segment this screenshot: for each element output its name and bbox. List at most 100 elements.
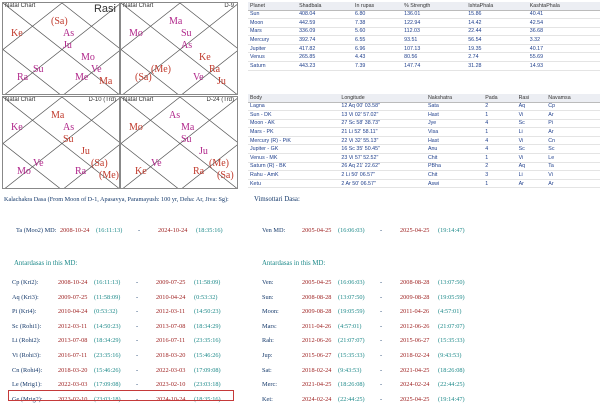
table-row: Lagna 12 Aq 00' 03.58" Sata 2 Aq Cp	[248, 102, 600, 112]
shadbala-cell: 417.82	[297, 44, 354, 54]
antardasa-value: (18:26:08)	[338, 381, 365, 389]
longitude-cell: Sc	[546, 144, 600, 155]
shadbala-cell: 93.51	[402, 35, 467, 45]
antardasa-value: (22:44:25)	[338, 395, 365, 403]
planet-ju: Ju	[63, 40, 72, 51]
shadbala-cell: 3.32	[527, 35, 600, 45]
antardasa-value: (11:58:09)	[194, 279, 221, 286]
planet-me: (Me)	[209, 158, 229, 169]
planet-ke: Ke	[11, 28, 23, 39]
antardasa-value: -	[136, 308, 139, 316]
antardasa-label: Ven:	[262, 279, 274, 286]
planet-sa: (Sa)	[51, 16, 68, 27]
shadbala-header-row: Planet Shadbala In rupas% Strength IshtaPha…	[248, 2, 600, 11]
table-row: Sun - DK 13 Vi 02' 57.02" Hast 1 Vi Ar	[248, 110, 600, 120]
antardasa-value: 2022-03-03	[156, 366, 186, 374]
antardasa-value: 2024-02-24	[400, 381, 430, 389]
table-row: Venus - MK 23 Vi 57' 52.52" Chit 1 Vi Le	[248, 153, 600, 163]
chart-title: Natal Chart	[5, 97, 36, 103]
planet-su: Su	[63, 134, 74, 145]
longitude-cell: 1	[483, 110, 517, 120]
shadbala-cell: 122.94	[402, 18, 467, 28]
shadbala-cell: 22.44	[466, 27, 528, 37]
antardasa-value: (15:35:33)	[338, 352, 365, 359]
longitude-table: Body Longitude Nakshatra Pada Rasi Navamsa La…	[248, 94, 600, 189]
antardasa-value: 2018-02-24	[302, 366, 332, 374]
longitude-cell: 2	[483, 162, 517, 172]
longitude-cell: Mercury (R) - PiK	[248, 136, 340, 146]
longitude-cell: Jye	[425, 119, 484, 129]
planet-me: (Me)	[151, 64, 171, 75]
antardasa-value: (0:53:32)	[94, 308, 118, 316]
antardasa-value: (16:06:03)	[338, 279, 365, 286]
longitude-cell: Vi	[546, 170, 600, 180]
longitude-cell: 26 Aq 21' 22.62"	[339, 162, 426, 172]
planet-ve: Ve	[91, 64, 102, 75]
longitude-cell: Sun - DK	[248, 110, 340, 120]
longitude-cell: 1	[483, 179, 517, 189]
longitude-cell: Pi	[546, 119, 600, 129]
longitude-cell: Moon - AK	[248, 119, 340, 129]
antardasa-value: -	[380, 381, 383, 389]
table-row: Rahu - AmK 2 Li 50' 06.57" Chit 3 Li Vi	[248, 170, 600, 180]
antardasa-value: (16:11:13)	[94, 279, 121, 286]
planet-su: Su	[181, 134, 192, 145]
shadbala-cell: 4.43	[353, 52, 403, 63]
planet-ra: Ra	[209, 64, 221, 75]
shadbala-cell: 147.74	[402, 61, 467, 71]
planet-sa: (Sa)	[135, 72, 152, 83]
longitude-cell: Mars - PK	[248, 127, 340, 137]
antardasa-value: 2018-03-20	[156, 352, 186, 359]
antardasa-value: -	[136, 279, 139, 286]
shadbala-cell: 56.54	[466, 35, 528, 45]
md-dash: -	[138, 227, 141, 234]
chart-4[interactable]: Natal Chart D-24 (Trd) Mo As Ma Su Ju (Me) (Sa) V…	[120, 96, 238, 189]
longitude-cell: Anu	[425, 144, 484, 155]
md-start-time: (16:06:03)	[338, 227, 365, 234]
shadbala-cell: 15.86	[466, 10, 528, 20]
antardasa-value: 2011-04-26	[302, 322, 332, 330]
shadbala-cell: 6.55	[353, 35, 403, 45]
longitude-cell: Vi	[516, 110, 547, 120]
longitude-cell: Chit	[425, 170, 484, 180]
shadbala-cell: 136.01	[402, 10, 467, 20]
current-antardasa-highlight	[8, 390, 234, 401]
shadbala-cell: 7.39	[353, 61, 403, 71]
vimsottari-title: Vimsottari Dasa:	[254, 196, 300, 203]
chart-division-label: D-9	[224, 3, 234, 9]
longitude-col-2: Nakshatra	[425, 94, 484, 103]
kalachakra-title: Kalachakra Dasa (From Moon of D-1, Apasa…	[4, 196, 229, 203]
longitude-cell: 1	[483, 127, 517, 137]
planet-ve: Ve	[151, 158, 162, 169]
chart-2[interactable]: Natal Chart D-9 Mo Ma Su As Ke Ra Ju (Me) Ve (Sa)	[120, 2, 238, 95]
antardasa-label: Rah:	[262, 337, 274, 345]
antardasa-value: (21:07:07)	[438, 322, 465, 330]
shadbala-table: Planet Shadbala In rupas% Strength IshtaPha…	[248, 2, 600, 71]
shadbala-cell: 19.35	[466, 44, 528, 54]
kalachakra-antardasa-title: Antardasas in this MD:	[14, 260, 78, 267]
longitude-cell: Hast	[425, 136, 484, 146]
planet-mo: Mo	[81, 52, 95, 63]
longitude-cell: 4	[483, 119, 517, 129]
antardasa-value: -	[136, 352, 139, 359]
antardasa-value: (11:58:09)	[94, 293, 121, 301]
shadbala-cell: 336.09	[297, 27, 354, 37]
chart-3[interactable]: Natal Chart D-10 (Trd) Ke Ma As Su Ju (Sa) (Me) V…	[2, 96, 120, 189]
longitude-cell: 22 Vi 32' 55.13"	[339, 136, 426, 146]
longitude-cell: 23 Vi 57' 52.52"	[339, 153, 426, 163]
planet-ju: Ju	[199, 146, 208, 157]
shadbala-cell: Venus	[248, 52, 298, 63]
antardasa-value: 2021-04-25	[302, 381, 332, 389]
antardasa-value: 2012-06-26	[400, 322, 430, 330]
planet-ma: Ma	[169, 16, 183, 27]
antardasa-label: Aq (Kri3):	[12, 293, 39, 301]
chart-1[interactable]: Natal Chart Rasi Ke (Sa) As Ju Mo Ve Ma Su Me Ra	[2, 2, 120, 95]
shadbala-cell: 408.04	[297, 10, 354, 20]
planet-ma: Ma	[181, 122, 195, 133]
longitude-cell: Lagna	[248, 102, 340, 112]
chart-title: Natal Chart	[123, 3, 154, 9]
longitude-cell: Sc	[516, 144, 547, 155]
shadbala-cell: 6.80	[353, 10, 403, 20]
table-row: Mercury (R) - PiK 22 Vi 32' 55.13" Hast 4 Vi…	[248, 136, 600, 146]
antardasa-value: (4:57:01)	[438, 308, 462, 316]
